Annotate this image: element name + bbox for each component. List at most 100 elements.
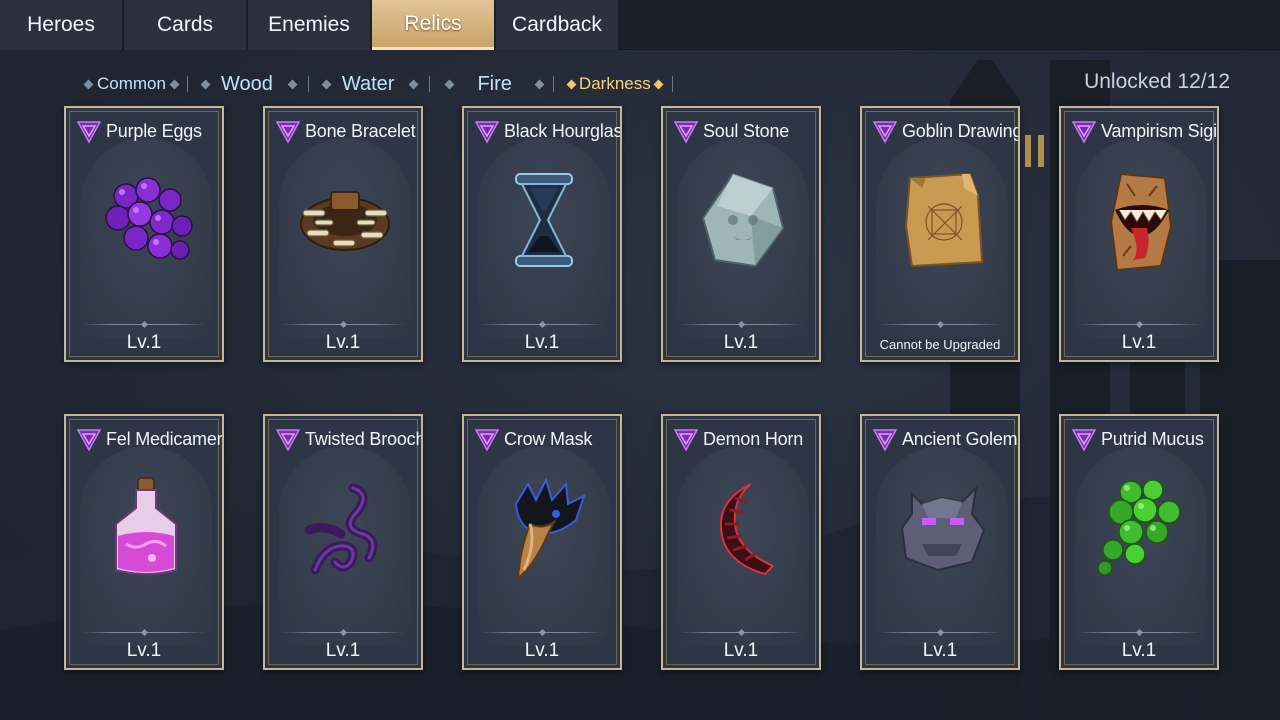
relic-name: Bone Bracelet	[305, 120, 416, 141]
card-divider	[679, 632, 803, 633]
tab-enemies[interactable]: Enemies	[248, 0, 370, 50]
ancient-golem-icon	[900, 485, 986, 572]
bone-bracelet-icon	[300, 191, 390, 251]
demon-horn-icon	[719, 483, 775, 576]
goblin-drawing-icon	[904, 172, 984, 268]
card-divider	[878, 324, 1002, 325]
relic-name: Crow Mask	[504, 428, 593, 449]
card-divider	[82, 632, 206, 633]
filter-darkness[interactable]: Darkness	[564, 68, 668, 100]
relic-card-goblin-drawing[interactable]: Goblin Drawing Cannot be Upgraded	[860, 106, 1020, 362]
relic-name: Soul Stone	[703, 120, 790, 141]
relic-card-demon-horn[interactable]: Demon Horn Lv.1	[661, 414, 821, 670]
tab-label: Relics	[404, 11, 462, 35]
filter-label: Fire	[477, 72, 512, 95]
diamond-icon	[566, 79, 577, 89]
diamond-icon	[200, 79, 211, 89]
diamond-icon	[287, 79, 298, 89]
relic-name: Vampirism Sigil	[1101, 120, 1219, 141]
card-divider	[1077, 632, 1201, 633]
tab-heroes[interactable]: Heroes	[0, 0, 122, 50]
relic-level: Lv.1	[524, 640, 560, 661]
relic-card-vampirism-sigil[interactable]: Vampirism Sigil Lv.1	[1059, 106, 1219, 362]
black-hourglass-icon	[515, 173, 573, 267]
relic-card-fel-medicament[interactable]: Fel Medicament Lv.1	[64, 414, 224, 670]
filter-water[interactable]: Water	[340, 68, 397, 100]
relic-card-black-hourglass[interactable]: Black Hourglass Lv.1	[462, 106, 622, 362]
darkness-element-icon	[76, 429, 102, 452]
filter-label: Wood	[220, 72, 273, 95]
relic-card-bone-bracelet[interactable]: Bone Bracelet Lv.1	[263, 106, 423, 362]
element-filter-bar: Common Wood Water Fire Darkness	[78, 68, 675, 100]
darkness-element-icon	[673, 121, 699, 144]
vampirism-sigil-icon	[1109, 172, 1173, 272]
relic-card-ancient-golem[interactable]: Ancient Golem Lv.1	[860, 414, 1020, 670]
unlocked-counter: Unlocked 12/12	[1084, 70, 1230, 93]
tab-relics[interactable]: Relics	[372, 0, 494, 50]
darkness-element-icon	[474, 121, 500, 144]
filter-label: Water	[341, 72, 395, 95]
crow-mask-icon	[514, 477, 586, 581]
diamond-icon	[409, 79, 419, 89]
relic-name: Fel Medicament	[106, 428, 224, 449]
tab-label: Heroes	[27, 13, 95, 36]
relic-level: Cannot be Upgraded	[879, 337, 1001, 352]
relic-name: Goblin Drawing	[902, 120, 1020, 141]
relic-name: Purple Eggs	[106, 120, 202, 141]
divider	[429, 76, 431, 92]
relic-level: Lv.1	[126, 640, 162, 661]
relic-name: Twisted Brooch	[305, 428, 423, 449]
filter-label: Darkness	[578, 74, 651, 93]
relic-level: Lv.1	[922, 640, 958, 661]
card-divider	[480, 632, 604, 633]
putrid-mucus-icon	[1097, 479, 1181, 576]
card-divider	[480, 324, 604, 325]
darkness-element-icon	[76, 121, 102, 144]
fel-medicament-icon	[115, 477, 177, 575]
relic-level: Lv.1	[524, 332, 560, 353]
filter-fire[interactable]: Fire	[475, 68, 513, 100]
card-divider	[878, 632, 1002, 633]
soul-stone-icon	[701, 172, 785, 268]
darkness-element-icon	[275, 121, 301, 144]
top-tab-bar: Heroes Cards Enemies Relics Cardback	[0, 0, 1280, 50]
tab-label: Cardback	[512, 13, 602, 36]
relic-grid: Purple Eggs Lv.1 Bone Bracelet Lv.1 Blac…	[64, 106, 1224, 672]
relic-level: Lv.1	[325, 332, 361, 353]
relic-card-putrid-mucus[interactable]: Putrid Mucus Lv.1	[1059, 414, 1219, 670]
filter-common[interactable]: Common	[78, 68, 185, 100]
tab-cardback[interactable]: Cardback	[496, 0, 618, 50]
relic-card-twisted-brooch[interactable]: Twisted Brooch Lv.1	[263, 414, 423, 670]
relic-card-purple-eggs[interactable]: Purple Eggs Lv.1	[64, 106, 224, 362]
divider	[307, 76, 309, 92]
tab-label: Enemies	[268, 13, 350, 36]
card-divider	[281, 632, 405, 633]
diamond-icon	[169, 79, 180, 89]
diamond-icon	[653, 79, 664, 89]
darkness-element-icon	[275, 429, 301, 452]
card-divider	[281, 324, 405, 325]
relic-level: Lv.1	[723, 640, 759, 661]
relic-level: Lv.1	[126, 332, 162, 353]
card-divider	[82, 324, 206, 325]
relic-level: Lv.1	[325, 640, 361, 661]
relic-name: Putrid Mucus	[1101, 428, 1204, 449]
darkness-element-icon	[474, 429, 500, 452]
tab-cards[interactable]: Cards	[124, 0, 246, 50]
diamond-icon	[321, 79, 332, 89]
divider	[186, 76, 188, 92]
filter-label: Common	[97, 74, 166, 93]
darkness-element-icon	[673, 429, 699, 452]
filter-wood[interactable]: Wood	[219, 68, 275, 100]
relic-name: Black Hourglass	[504, 120, 622, 141]
divider	[552, 76, 554, 92]
purple-eggs-icon	[105, 177, 193, 260]
relic-level: Lv.1	[723, 332, 759, 353]
twisted-brooch-icon	[304, 483, 378, 575]
diamond-icon	[534, 79, 545, 89]
relic-level: Lv.1	[1121, 332, 1157, 353]
relic-card-soul-stone[interactable]: Soul Stone Lv.1	[661, 106, 821, 362]
relic-card-crow-mask[interactable]: Crow Mask Lv.1	[462, 414, 622, 670]
darkness-element-icon	[1071, 121, 1097, 144]
darkness-element-icon	[872, 429, 898, 452]
